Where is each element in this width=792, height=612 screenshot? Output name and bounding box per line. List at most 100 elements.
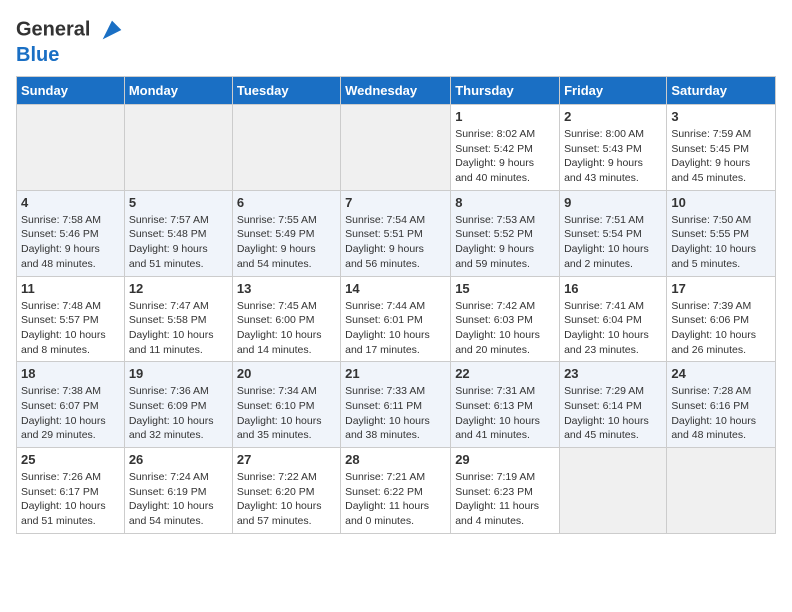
- calendar-cell: 5Sunrise: 7:57 AM Sunset: 5:48 PM Daylig…: [124, 190, 232, 276]
- day-info: Sunrise: 7:51 AM Sunset: 5:54 PM Dayligh…: [564, 213, 662, 272]
- calendar-table: SundayMondayTuesdayWednesdayThursdayFrid…: [16, 76, 776, 534]
- calendar-cell: 8Sunrise: 7:53 AM Sunset: 5:52 PM Daylig…: [451, 190, 560, 276]
- calendar-cell: [124, 105, 232, 191]
- calendar-cell: 14 Sunrise: 7:44 AM Sunset: 6:01 PM Dayli…: [341, 276, 451, 362]
- day-info: Sunrise: 7:21 AM Sunset: 6:22 PM Dayligh…: [345, 470, 446, 529]
- day-number: 16: [564, 281, 662, 296]
- day-number: 11: [21, 281, 120, 296]
- day-number: 21: [345, 366, 446, 381]
- day-number: 24: [671, 366, 771, 381]
- calendar-cell: [17, 105, 125, 191]
- day-info: Sunrise: 7:58 AM Sunset: 5:46 PM Dayligh…: [21, 213, 120, 272]
- column-header-wednesday: Wednesday: [341, 77, 451, 105]
- week-row-1: 1 Sunrise: 8:02 AM Sunset: 5:42 PM Daylig…: [17, 105, 776, 191]
- day-info: Sunrise: 7:29 AM Sunset: 6:14 PM Dayligh…: [564, 384, 662, 443]
- calendar-cell: 7 Sunrise: 7:54 AM Sunset: 5:51 PM Daylig…: [341, 190, 451, 276]
- day-info: Sunrise: 8:02 AM Sunset: 5:42 PM Dayligh…: [455, 127, 555, 186]
- week-row-3: 11 Sunrise: 7:48 AM Sunset: 5:57 PM Dayli…: [17, 276, 776, 362]
- day-number: 9: [564, 195, 662, 210]
- day-info: Sunrise: 7:33 AM Sunset: 6:11 PM Dayligh…: [345, 384, 446, 443]
- day-info: Sunrise: 7:48 AM Sunset: 5:57 PM Dayligh…: [21, 299, 120, 358]
- logo: General Blue: [16, 16, 126, 66]
- day-number: 15: [455, 281, 555, 296]
- calendar-cell: 4 Sunrise: 7:58 AM Sunset: 5:46 PM Daylig…: [17, 190, 125, 276]
- day-number: 18: [21, 366, 120, 381]
- header-row: SundayMondayTuesdayWednesdayThursdayFrid…: [17, 77, 776, 105]
- calendar-cell: 2 Sunrise: 8:00 AM Sunset: 5:43 PM Daylig…: [560, 105, 667, 191]
- day-number: 4: [21, 195, 120, 210]
- day-number: 5: [129, 195, 228, 210]
- week-row-2: 4 Sunrise: 7:58 AM Sunset: 5:46 PM Daylig…: [17, 190, 776, 276]
- calendar-cell: [232, 105, 340, 191]
- calendar-cell: 3Sunrise: 7:59 AM Sunset: 5:45 PM Daylig…: [667, 105, 776, 191]
- day-info: Sunrise: 8:00 AM Sunset: 5:43 PM Dayligh…: [564, 127, 662, 186]
- calendar-cell: 21 Sunrise: 7:33 AM Sunset: 6:11 PM Dayli…: [341, 362, 451, 448]
- logo-blue: Blue: [16, 44, 126, 66]
- column-header-saturday: Saturday: [667, 77, 776, 105]
- day-info: Sunrise: 7:41 AM Sunset: 6:04 PM Dayligh…: [564, 299, 662, 358]
- column-header-monday: Monday: [124, 77, 232, 105]
- day-info: Sunrise: 7:42 AM Sunset: 6:03 PM Dayligh…: [455, 299, 555, 358]
- calendar-cell: 29Sunrise: 7:19 AM Sunset: 6:23 PM Dayli…: [451, 448, 560, 534]
- page-header: General Blue: [16, 16, 776, 66]
- day-number: 22: [455, 366, 555, 381]
- day-info: Sunrise: 7:19 AM Sunset: 6:23 PM Dayligh…: [455, 470, 555, 529]
- day-info: Sunrise: 7:39 AM Sunset: 6:06 PM Dayligh…: [671, 299, 771, 358]
- calendar-cell: 10 Sunrise: 7:50 AM Sunset: 5:55 PM Dayli…: [667, 190, 776, 276]
- calendar-cell: 6Sunrise: 7:55 AM Sunset: 5:49 PM Daylig…: [232, 190, 340, 276]
- day-number: 7: [345, 195, 446, 210]
- day-info: Sunrise: 7:22 AM Sunset: 6:20 PM Dayligh…: [237, 470, 336, 529]
- column-header-sunday: Sunday: [17, 77, 125, 105]
- column-header-thursday: Thursday: [451, 77, 560, 105]
- calendar-cell: 15 Sunrise: 7:42 AM Sunset: 6:03 PM Dayli…: [451, 276, 560, 362]
- day-info: Sunrise: 7:38 AM Sunset: 6:07 PM Dayligh…: [21, 384, 120, 443]
- day-number: 2: [564, 109, 662, 124]
- day-number: 25: [21, 452, 120, 467]
- day-info: Sunrise: 7:54 AM Sunset: 5:51 PM Dayligh…: [345, 213, 446, 272]
- calendar-cell: 18 Sunrise: 7:38 AM Sunset: 6:07 PM Dayli…: [17, 362, 125, 448]
- calendar-cell: [341, 105, 451, 191]
- day-info: Sunrise: 7:36 AM Sunset: 6:09 PM Dayligh…: [129, 384, 228, 443]
- day-number: 26: [129, 452, 228, 467]
- day-number: 1: [455, 109, 555, 124]
- calendar-cell: 19 Sunrise: 7:36 AM Sunset: 6:09 PM Dayli…: [124, 362, 232, 448]
- calendar-cell: [560, 448, 667, 534]
- day-info: Sunrise: 7:55 AM Sunset: 5:49 PM Dayligh…: [237, 213, 336, 272]
- calendar-cell: [667, 448, 776, 534]
- day-number: 27: [237, 452, 336, 467]
- calendar-cell: 12 Sunrise: 7:47 AM Sunset: 5:58 PM Dayli…: [124, 276, 232, 362]
- day-number: 23: [564, 366, 662, 381]
- calendar-cell: 23 Sunrise: 7:29 AM Sunset: 6:14 PM Dayli…: [560, 362, 667, 448]
- calendar-cell: 28Sunrise: 7:21 AM Sunset: 6:22 PM Dayli…: [341, 448, 451, 534]
- calendar-cell: 1 Sunrise: 8:02 AM Sunset: 5:42 PM Daylig…: [451, 105, 560, 191]
- calendar-cell: 13Sunrise: 7:45 AM Sunset: 6:00 PM Dayli…: [232, 276, 340, 362]
- day-number: 12: [129, 281, 228, 296]
- day-number: 14: [345, 281, 446, 296]
- column-header-tuesday: Tuesday: [232, 77, 340, 105]
- calendar-cell: 9 Sunrise: 7:51 AM Sunset: 5:54 PM Daylig…: [560, 190, 667, 276]
- day-info: Sunrise: 7:50 AM Sunset: 5:55 PM Dayligh…: [671, 213, 771, 272]
- day-info: Sunrise: 7:59 AM Sunset: 5:45 PM Dayligh…: [671, 127, 771, 186]
- day-info: Sunrise: 7:28 AM Sunset: 6:16 PM Dayligh…: [671, 384, 771, 443]
- day-info: Sunrise: 7:47 AM Sunset: 5:58 PM Dayligh…: [129, 299, 228, 358]
- calendar-cell: 27 Sunrise: 7:22 AM Sunset: 6:20 PM Dayli…: [232, 448, 340, 534]
- day-info: Sunrise: 7:31 AM Sunset: 6:13 PM Dayligh…: [455, 384, 555, 443]
- day-info: Sunrise: 7:53 AM Sunset: 5:52 PM Dayligh…: [455, 213, 555, 272]
- calendar-cell: 24 Sunrise: 7:28 AM Sunset: 6:16 PM Dayli…: [667, 362, 776, 448]
- calendar-cell: 11 Sunrise: 7:48 AM Sunset: 5:57 PM Dayli…: [17, 276, 125, 362]
- calendar-cell: 26 Sunrise: 7:24 AM Sunset: 6:19 PM Dayli…: [124, 448, 232, 534]
- column-header-friday: Friday: [560, 77, 667, 105]
- logo-icon: [98, 16, 126, 44]
- week-row-5: 25 Sunrise: 7:26 AM Sunset: 6:17 PM Dayli…: [17, 448, 776, 534]
- day-info: Sunrise: 7:34 AM Sunset: 6:10 PM Dayligh…: [237, 384, 336, 443]
- day-number: 17: [671, 281, 771, 296]
- calendar-cell: 17 Sunrise: 7:39 AM Sunset: 6:06 PM Dayli…: [667, 276, 776, 362]
- day-info: Sunrise: 7:44 AM Sunset: 6:01 PM Dayligh…: [345, 299, 446, 358]
- day-info: Sunrise: 7:26 AM Sunset: 6:17 PM Dayligh…: [21, 470, 120, 529]
- day-number: 10: [671, 195, 771, 210]
- day-info: Sunrise: 7:24 AM Sunset: 6:19 PM Dayligh…: [129, 470, 228, 529]
- day-number: 20: [237, 366, 336, 381]
- logo-general: General: [16, 18, 90, 40]
- calendar-cell: 22 Sunrise: 7:31 AM Sunset: 6:13 PM Dayli…: [451, 362, 560, 448]
- day-number: 19: [129, 366, 228, 381]
